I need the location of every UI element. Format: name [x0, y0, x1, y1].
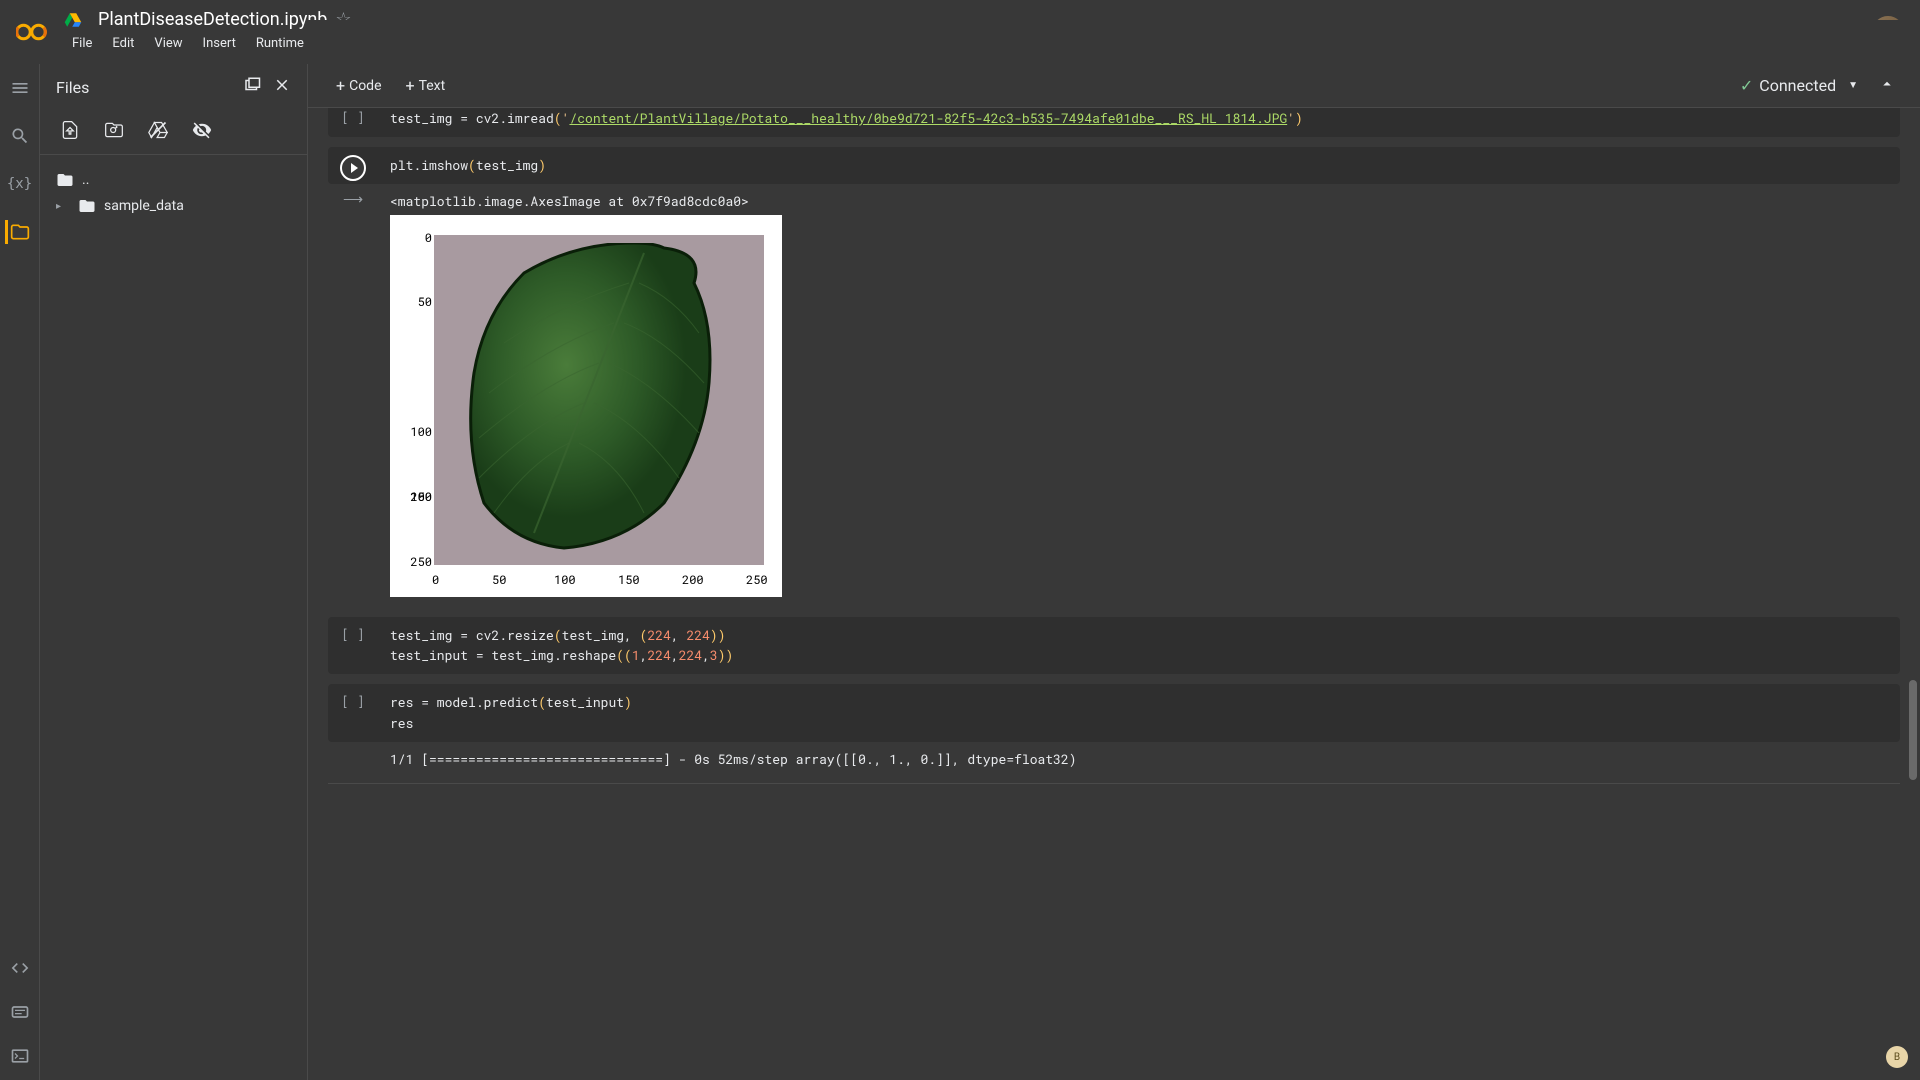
x-tick-label: 0: [432, 571, 439, 589]
tree-sample-data[interactable]: ▸ sample_data: [56, 193, 291, 219]
toc-icon[interactable]: [8, 76, 32, 100]
menu-runtime[interactable]: Runtime: [248, 32, 312, 55]
add-text-label: Text: [419, 78, 446, 94]
code-cell[interactable]: plt.imshow(test_img) ⟶ <matplotlib.image…: [328, 147, 1900, 607]
files-title: Files: [56, 78, 235, 97]
y-tick-label: 200: [410, 488, 432, 506]
code-snippets-icon[interactable]: [8, 956, 32, 980]
output-content: <matplotlib.image.AxesImage at 0x7f9ad8c…: [378, 188, 1900, 607]
colab-logo[interactable]: [16, 20, 52, 44]
files-icon[interactable]: [5, 220, 32, 244]
upload-icon[interactable]: [60, 120, 80, 144]
code-cell[interactable]: [ ] test_img = cv2.resize(test_img, (224…: [328, 617, 1900, 675]
x-tick-label: 150: [618, 571, 640, 589]
x-tick-label: 200: [682, 571, 704, 589]
tree-parent[interactable]: ..: [56, 167, 291, 193]
collapse-toolbar-icon[interactable]: [1870, 71, 1904, 101]
x-tick-label: 100: [554, 571, 576, 589]
output-line: array([[0., 1., 0.]], dtype=float32): [796, 750, 1077, 768]
close-icon[interactable]: [273, 76, 291, 98]
add-code-button[interactable]: +Code: [324, 70, 394, 101]
add-code-label: Code: [349, 78, 381, 94]
menu-file[interactable]: File: [64, 32, 100, 55]
cell-content[interactable]: res = model.predict(test_input) res: [378, 684, 1900, 742]
add-text-button[interactable]: +Text: [394, 70, 458, 101]
refresh-icon[interactable]: [104, 120, 124, 144]
drive-icon: [64, 11, 82, 29]
scrollbar-thumb[interactable]: [1909, 680, 1917, 780]
cell-gutter[interactable]: [ ]: [328, 617, 378, 675]
command-palette-icon[interactable]: [8, 1000, 32, 1024]
menu-view[interactable]: View: [146, 32, 190, 55]
plot-image: 0 50 100 150 200 250 .y-tick:nth-of-type…: [390, 215, 782, 597]
terminal-icon[interactable]: [8, 1044, 32, 1068]
check-icon: ✓: [1740, 76, 1753, 95]
code-cell[interactable]: [ ] res = model.predict(test_input) res …: [328, 684, 1900, 773]
connection-status[interactable]: ✓ Connected ▼: [1740, 76, 1858, 95]
tree-parent-label: ..: [82, 172, 89, 188]
output-arrow-icon[interactable]: ⟶: [343, 192, 363, 607]
hidden-icon[interactable]: [192, 120, 212, 144]
y-tick-label: 50: [410, 293, 432, 311]
dropdown-icon[interactable]: ▼: [1848, 80, 1858, 91]
colab-badge[interactable]: B: [1886, 1046, 1908, 1068]
y-tick-label: 250: [410, 553, 432, 571]
cell-gutter[interactable]: [ ]: [328, 684, 378, 742]
run-button[interactable]: [340, 155, 366, 181]
x-tick-label: 250: [746, 571, 768, 589]
cell-content[interactable]: test_img = cv2.resize(test_img, (224, 22…: [378, 617, 1900, 675]
mount-drive-icon[interactable]: [148, 120, 168, 144]
tree-sample-data-label: sample_data: [104, 198, 184, 214]
menu-insert[interactable]: Insert: [195, 32, 244, 55]
notebook-area[interactable]: [ ] test_img = cv2.imread('/content/Plan…: [308, 20, 1920, 1080]
connected-label: Connected: [1759, 76, 1836, 95]
y-tick-label: 100: [410, 423, 432, 441]
variables-icon[interactable]: {x}: [8, 172, 32, 196]
output-line: 1/1 [==============================] - 0…: [390, 750, 788, 768]
output-repr: <matplotlib.image.AxesImage at 0x7f9ad8c…: [390, 192, 1888, 212]
output-content: 1/1 [==============================] - 0…: [378, 746, 1900, 774]
y-tick-label: 0: [410, 229, 432, 247]
search-icon[interactable]: [8, 124, 32, 148]
new-window-icon[interactable]: [243, 76, 261, 98]
x-tick-label: 50: [492, 571, 506, 589]
cell-gutter[interactable]: [328, 147, 378, 184]
doc-title[interactable]: PlantDiseaseDetection.ipynb: [98, 9, 327, 30]
menu-edit[interactable]: Edit: [104, 32, 142, 55]
cell-content[interactable]: plt.imshow(test_img): [378, 147, 1900, 184]
